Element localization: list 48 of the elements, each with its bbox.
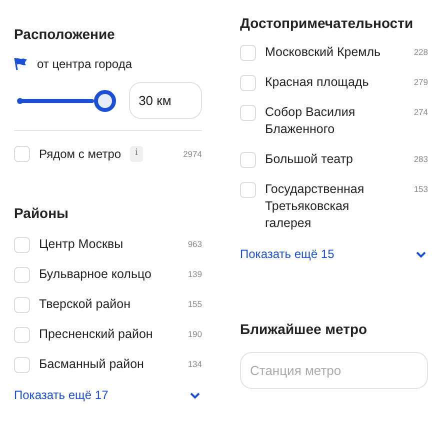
checkbox[interactable] [14, 327, 30, 343]
slider-thumb[interactable] [94, 90, 116, 112]
chevron-down-icon[interactable] [190, 392, 200, 398]
section-title: Ближайшее метро [240, 320, 368, 339]
distance-label: от центра города [37, 56, 132, 73]
slider-track[interactable] [20, 98, 94, 102]
show-more-link[interactable]: Показать ещё 17 [14, 386, 108, 404]
option-label: Басманный район [39, 356, 145, 373]
option-count: 155 [188, 298, 202, 311]
section-title: Районы [14, 204, 70, 223]
option-count: 228 [414, 46, 428, 59]
option-label: Красная площадь [265, 74, 370, 91]
option-label: Рядом с метро [39, 146, 122, 163]
option-count: 2974 [183, 148, 202, 160]
option-count: 274 [414, 106, 428, 119]
checkbox[interactable] [240, 182, 256, 198]
option-label: Собор Василия Блаженного [265, 104, 356, 138]
option-count: 139 [188, 268, 202, 281]
option-count: 279 [414, 76, 428, 89]
option-count: 153 [414, 183, 428, 196]
checkbox[interactable] [240, 75, 256, 91]
option-count: 134 [188, 358, 202, 371]
section-title: Расположение [14, 25, 116, 44]
flag-icon [14, 57, 29, 71]
checkbox[interactable] [240, 45, 256, 61]
info-icon[interactable]: i [130, 146, 143, 162]
option-label: Бульварное кольцо [39, 266, 152, 283]
option-count: 283 [414, 153, 428, 166]
checkbox[interactable] [240, 105, 256, 121]
distance-field[interactable]: 30 км [128, 82, 202, 119]
chevron-down-icon[interactable] [416, 250, 426, 258]
show-more-link[interactable]: Показать ещё 15 [240, 245, 334, 263]
checkbox[interactable] [14, 237, 30, 253]
checkbox[interactable] [14, 297, 30, 313]
option-count: 963 [188, 238, 202, 251]
option-label: Пресненский район [39, 326, 154, 343]
option-label: Центр Москвы [39, 236, 124, 253]
option-label: Московский Кремль [265, 44, 382, 61]
option-label: Государственная Третьяковская галерея [265, 181, 366, 232]
checkbox[interactable] [14, 267, 30, 283]
checkbox[interactable] [14, 357, 30, 373]
checkbox[interactable] [14, 146, 30, 162]
option-label: Тверской район [39, 296, 132, 313]
section-title: Достопримечательности [240, 14, 414, 33]
option-label: Большой театр [265, 151, 354, 168]
checkbox[interactable] [240, 152, 256, 168]
option-count: 190 [188, 328, 202, 341]
station-input[interactable]: Станция метро [240, 352, 428, 389]
